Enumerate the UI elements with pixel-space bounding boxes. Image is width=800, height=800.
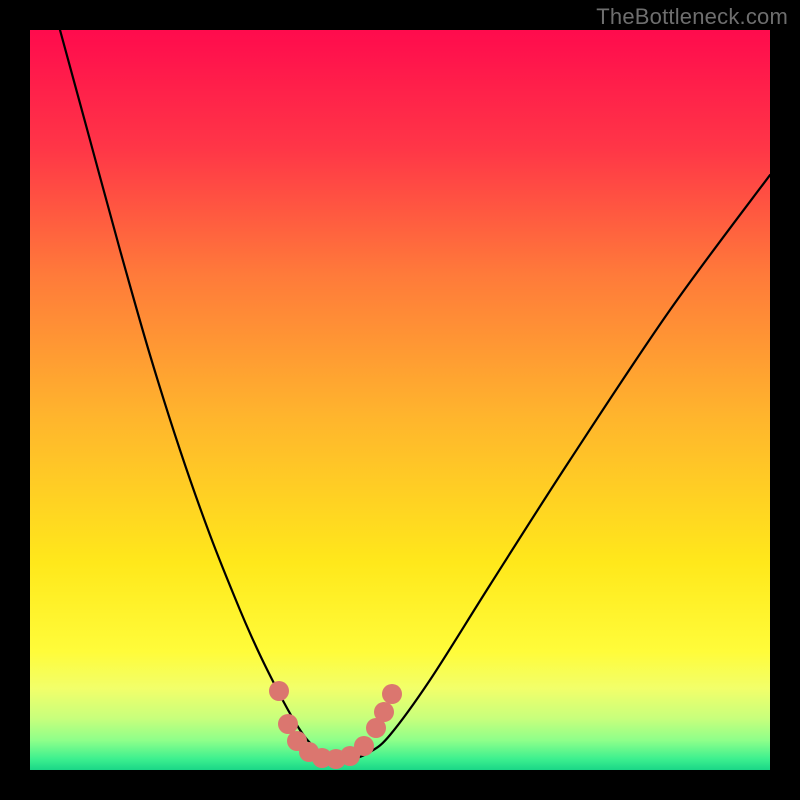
data-dot bbox=[278, 714, 298, 734]
watermark-text: TheBottleneck.com bbox=[596, 4, 788, 30]
data-dot bbox=[354, 736, 374, 756]
data-dot bbox=[382, 684, 402, 704]
data-dot bbox=[374, 702, 394, 722]
gradient-background bbox=[30, 30, 770, 770]
plot-area bbox=[30, 30, 770, 770]
chart-svg bbox=[30, 30, 770, 770]
chart-frame: TheBottleneck.com bbox=[0, 0, 800, 800]
data-dot bbox=[269, 681, 289, 701]
